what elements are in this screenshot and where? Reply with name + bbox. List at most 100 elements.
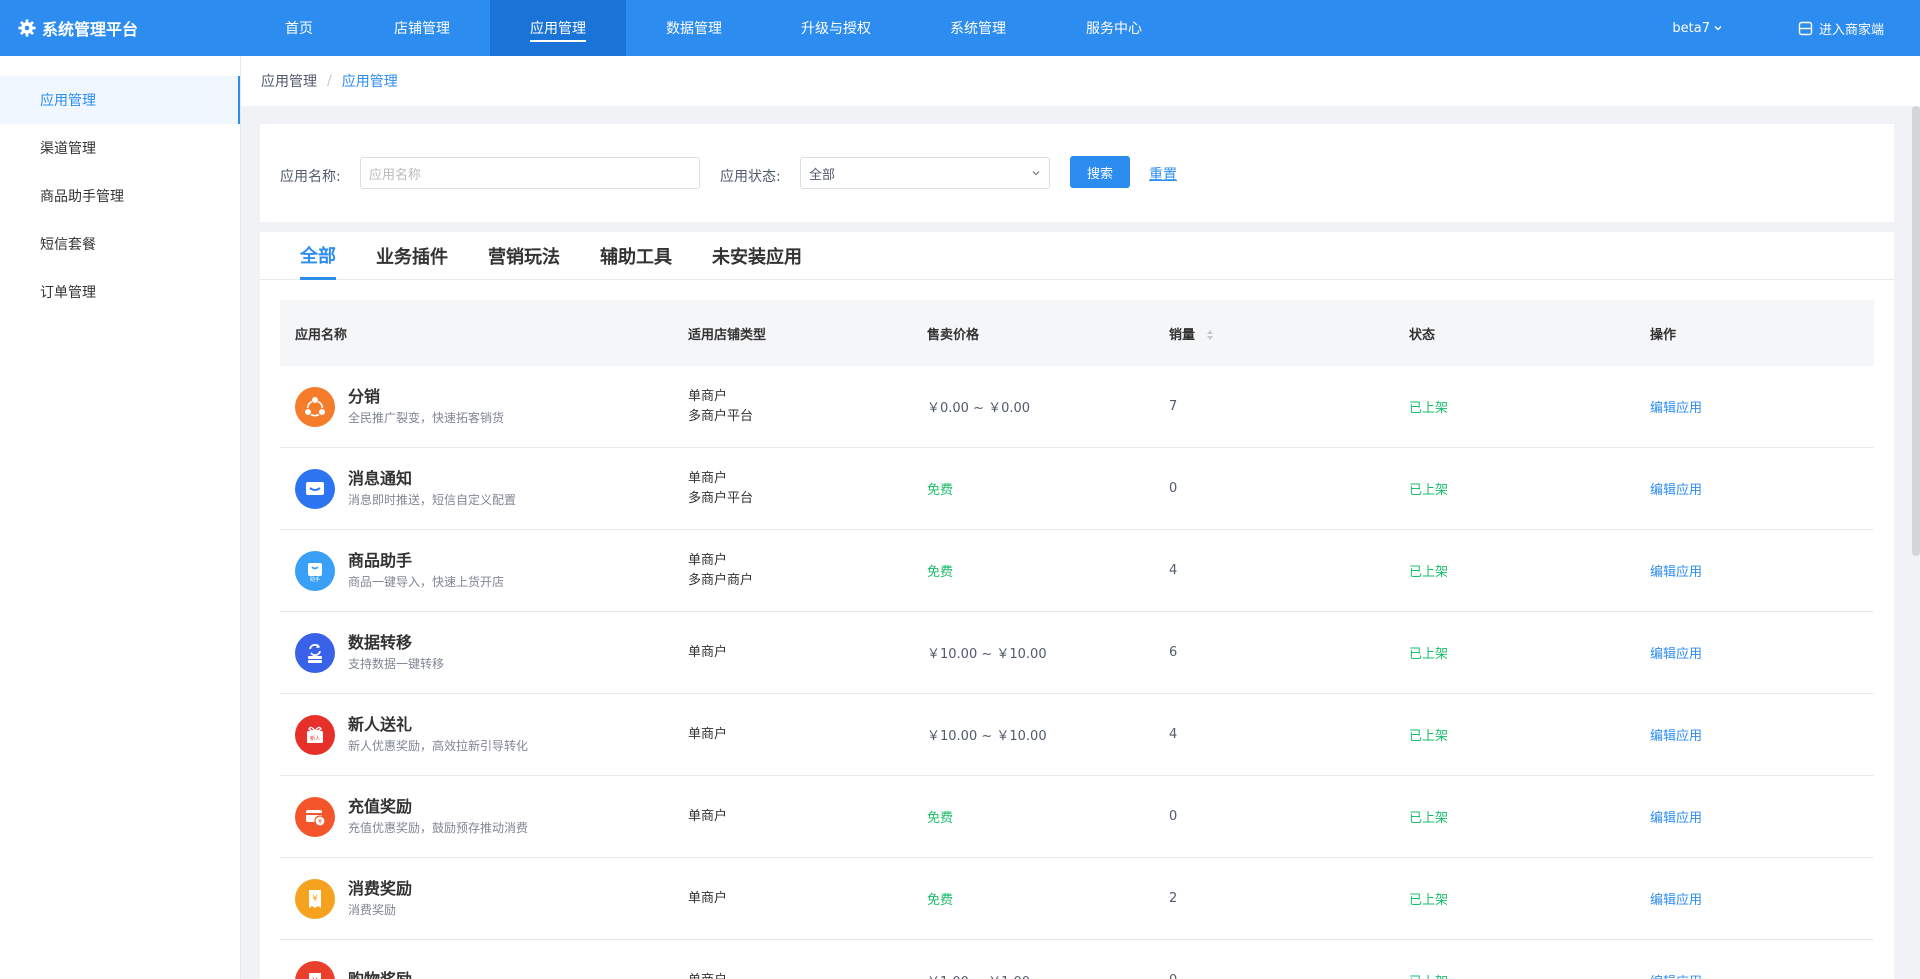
sales-cell: 7 <box>1169 399 1178 414</box>
store-type-cell: 单商户 <box>673 807 912 827</box>
enter-merchant-link[interactable]: 进入商家端 <box>1798 19 1884 38</box>
app-desc: 全民推广裂变，快速拓客销货 <box>348 410 505 425</box>
app-name-input[interactable]: 应用名称 <box>360 157 700 189</box>
user-dropdown[interactable]: beta7 <box>1672 21 1723 36</box>
nav-item[interactable]: 数据管理 <box>626 0 762 56</box>
edit-app-link[interactable]: 编辑应用 <box>1650 565 1702 580</box>
nav-item[interactable]: 店铺管理 <box>354 0 490 56</box>
brand-logo[interactable]: 系统管理平台 <box>18 0 138 56</box>
nav-item-label: 服务中心 <box>1086 21 1142 37</box>
app-name-cell: 分销 全民推广裂变，快速拓客销货 <box>280 386 673 427</box>
category-tab[interactable]: 营销玩法 <box>488 232 560 280</box>
edit-app-link[interactable]: 编辑应用 <box>1650 975 1702 979</box>
breadcrumb-current: 应用管理 <box>341 74 398 90</box>
app-name-label: 应用名称: <box>280 169 341 185</box>
nav-item-label: 升级与授权 <box>801 21 871 37</box>
table-row: ¥ 充值奖励 充值优惠奖励，鼓励预存推动消费 单商户 免费 0 已上架 编辑应用 <box>280 776 1874 858</box>
op-cell: 编辑应用 <box>1635 643 1874 662</box>
store-type-cell: 单商户 多商户商户 <box>673 551 912 591</box>
price-cell: 免费 <box>927 811 954 826</box>
app-desc: 充值优惠奖励，鼓励预存推动消费 <box>348 820 529 835</box>
breadcrumb-separator: / <box>327 73 332 89</box>
category-tab[interactable]: 辅助工具 <box>600 232 672 280</box>
nav-item[interactable]: 首页 <box>244 0 354 56</box>
category-tab[interactable]: 全部 <box>300 232 336 280</box>
app-table: 应用名称 适用店铺类型 售卖价格 销量 状态 操作 分销 全民推广裂变，快速拓客销… <box>280 300 1874 979</box>
store-type-cell: 单商户 <box>673 889 912 909</box>
edit-app-link[interactable]: 编辑应用 <box>1650 811 1702 826</box>
op-cell: 编辑应用 <box>1635 889 1874 908</box>
app-title: 商品助手 <box>348 550 413 570</box>
app-text: 消费奖励 消费奖励 <box>348 879 412 919</box>
app-title: 购物奖励 <box>348 969 413 979</box>
sales-cell: 4 <box>1169 563 1178 578</box>
search-button[interactable]: 搜索 <box>1070 156 1130 188</box>
receipt-icon: ¥ <box>295 878 335 919</box>
edit-app-link[interactable]: 编辑应用 <box>1650 729 1702 744</box>
table-body: 分销 全民推广裂变，快速拓客销货 单商户 多商户平台 ￥0.00 ~ ￥0.00 7 已上架… <box>280 366 1874 979</box>
edit-app-link[interactable]: 编辑应用 <box>1650 893 1702 908</box>
edit-app-link[interactable]: 编辑应用 <box>1650 483 1702 498</box>
app-text: 消息通知消息即时推送，短信自定义配置 <box>348 469 516 509</box>
edit-app-link[interactable]: 编辑应用 <box>1650 647 1702 662</box>
sidebar-item[interactable]: 应用管理 <box>0 76 240 124</box>
app-text: 数据转移 支持数据一键转移 <box>348 633 444 673</box>
category-tab[interactable]: 业务插件 <box>376 232 448 280</box>
price-cell: 免费 <box>927 893 954 908</box>
status-badge: 已上架 <box>1409 483 1449 498</box>
breadcrumb-parent[interactable]: 应用管理 <box>261 71 317 91</box>
app-text: 分销 全民推广裂变，快速拓客销货 <box>348 387 504 427</box>
app-text: 商品助手商品一键导入，快速上货开店 <box>348 551 504 591</box>
category-tab[interactable]: 未安装应用 <box>712 232 802 280</box>
nav-item[interactable]: 系统管理 <box>910 0 1046 56</box>
nav-item[interactable]: 升级与授权 <box>762 0 910 56</box>
sales-cell: 0 <box>1169 809 1178 824</box>
app-status-select[interactable]: 全部 <box>800 157 1050 189</box>
app-name-placeholder: 应用名称 <box>369 167 422 183</box>
status-badge: 已上架 <box>1394 971 1635 979</box>
svg-text:新人: 新人 <box>310 735 320 742</box>
app-name-cell: 数据转移 支持数据一键转移 <box>280 632 673 673</box>
table-row: 助手 商品助手 商品一键导入，快速上货开店 单商户 多商户商户 免费 4 已上架 编辑应用 <box>280 530 1874 612</box>
app-name-cell: ¥ 充值奖励 充值优惠奖励，鼓励预存推动消费 <box>280 796 673 837</box>
store-icon <box>1798 21 1813 35</box>
gear-icon <box>18 19 36 37</box>
sidebar-item[interactable]: 商品助手管理 <box>0 172 240 220</box>
sidebar-item[interactable]: 订单管理 <box>0 268 240 316</box>
sidebar-item[interactable]: 短信套餐 <box>0 220 240 268</box>
nav-item-label: 系统管理 <box>950 21 1006 37</box>
sidebar-item[interactable]: 渠道管理 <box>0 124 240 172</box>
table-header: 应用名称 适用店铺类型 售卖价格 销量 状态 操作 <box>280 300 1874 366</box>
app-desc: 消息即时推送，短信自定义配置 <box>348 492 517 507</box>
app-title: 消息通知 <box>348 468 413 488</box>
header-sales[interactable]: 销量 <box>1154 324 1394 343</box>
search-panel: 应用名称: 应用名称 应用状态: 全部 搜索 重置 <box>260 124 1894 222</box>
svg-text:¥: ¥ <box>312 894 318 904</box>
store-type: 多商户平台 <box>688 408 754 424</box>
store-type: 单商户 <box>688 726 728 742</box>
app-name-cell: 消息通知消息即时推送，短信自定义配置 <box>280 468 673 509</box>
header-type: 适用店铺类型 <box>688 327 767 343</box>
app-desc: 新人优惠奖励，高效拉新引导转化 <box>348 738 529 753</box>
app-text: 购物奖励 <box>348 970 412 979</box>
app-status-label: 应用状态: <box>720 169 781 185</box>
header-op: 操作 <box>1650 327 1677 343</box>
sales-cell: 4 <box>1169 727 1178 742</box>
page-scrollbar[interactable] <box>1912 106 1920 556</box>
store-type: 单商户 <box>688 470 728 486</box>
app-desc: 商品一键导入，快速上货开店 <box>348 574 505 589</box>
sort-icon[interactable] <box>1206 329 1214 341</box>
reset-button[interactable]: 重置 <box>1149 164 1177 184</box>
nav-item[interactable]: 服务中心 <box>1046 0 1182 56</box>
edit-app-link[interactable]: 编辑应用 <box>1650 401 1702 416</box>
op-cell: 编辑应用 <box>1635 807 1874 826</box>
enter-merchant-label: 进入商家端 <box>1818 22 1884 38</box>
nav-item[interactable]: 应用管理 <box>490 0 626 56</box>
store-type-cell: 单商户 <box>673 971 912 979</box>
op-cell: 编辑应用 <box>1635 397 1874 416</box>
svg-text:¥: ¥ <box>318 818 322 825</box>
status-badge: 已上架 <box>1409 811 1449 826</box>
store-type: 单商户 <box>688 644 728 660</box>
header-sales-label: 销量 <box>1169 327 1196 343</box>
app-name-cell: ¥ 购物奖励 <box>280 960 673 979</box>
